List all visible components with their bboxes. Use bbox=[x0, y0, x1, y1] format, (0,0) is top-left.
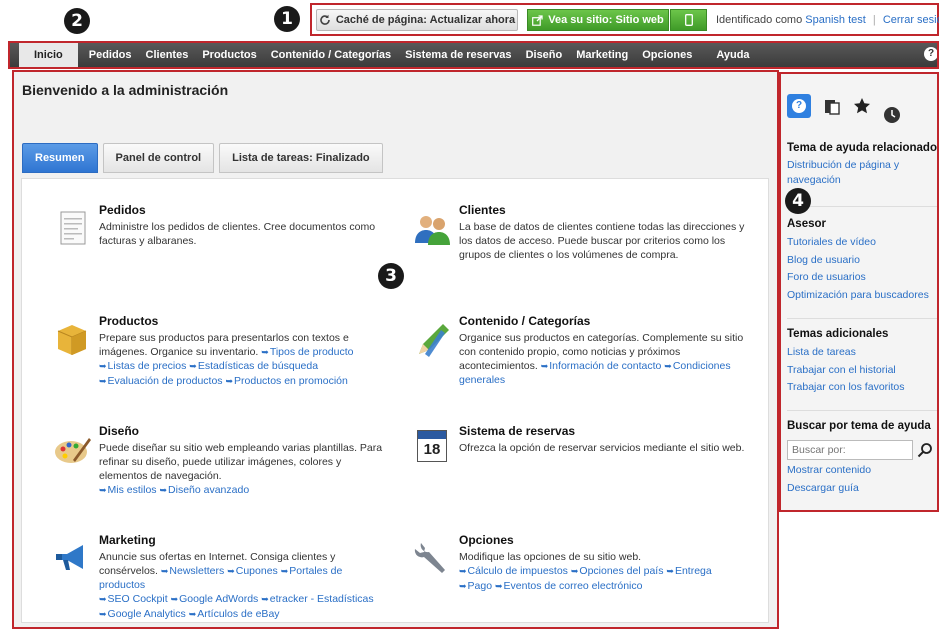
refresh-cache-label: Caché de página: Actualizar ahora bbox=[335, 14, 516, 26]
highlight-box-4 bbox=[779, 72, 939, 512]
login-status: Identificado como Spanish test | Cerrar … bbox=[716, 14, 939, 26]
view-site-button[interactable]: Vea su sitio: Sitio web bbox=[527, 9, 669, 31]
user-name-link[interactable]: Spanish test bbox=[805, 14, 866, 26]
callout-badge-1: 1 bbox=[274, 6, 300, 32]
mobile-view-button[interactable] bbox=[670, 9, 707, 31]
callout-badge-2: 2 bbox=[64, 8, 90, 34]
identified-label: Identificado como bbox=[716, 14, 803, 26]
refresh-icon bbox=[320, 14, 330, 25]
highlight-box-2 bbox=[8, 41, 939, 69]
view-site-label: Vea su sitio: Sitio web bbox=[548, 14, 664, 26]
external-link-icon bbox=[532, 14, 543, 26]
mobile-phone-icon bbox=[684, 14, 693, 26]
separator: | bbox=[872, 14, 876, 26]
logout-link[interactable]: Cerrar sesión bbox=[883, 14, 939, 26]
refresh-cache-button[interactable]: Caché de página: Actualizar ahora bbox=[316, 9, 518, 31]
top-bar: 2 1 Caché de página: Actualizar ahora Ve… bbox=[0, 0, 939, 40]
highlight-box-3 bbox=[12, 70, 779, 629]
